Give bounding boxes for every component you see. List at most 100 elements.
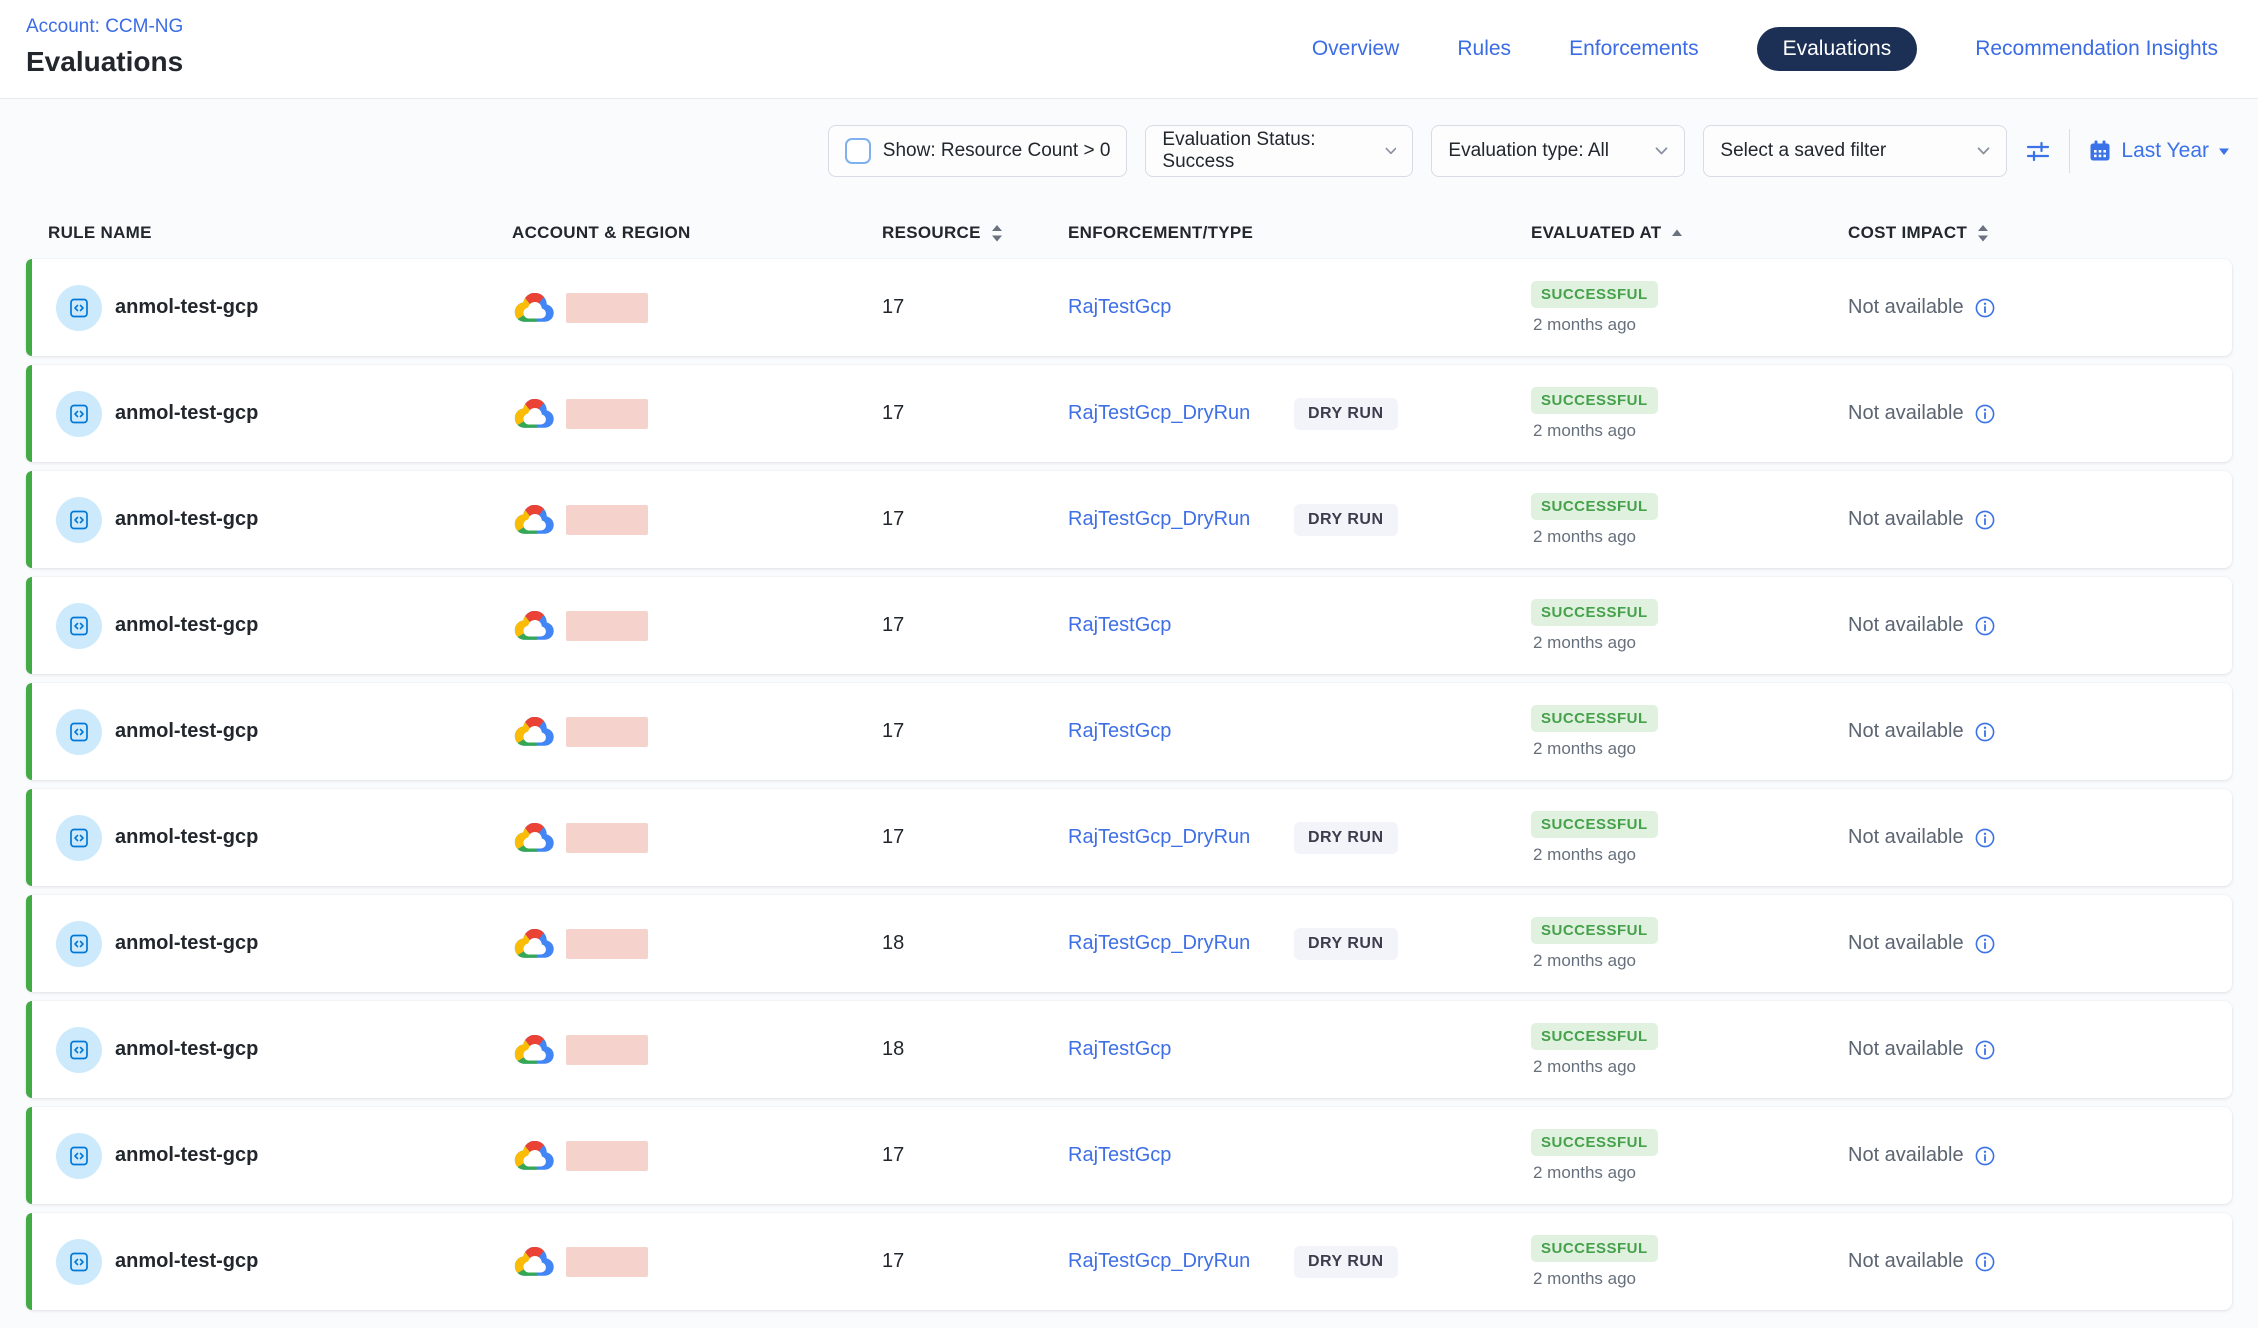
cost-impact-value: Not available: [1848, 508, 1964, 531]
cost-impact-value: Not available: [1848, 1144, 1964, 1167]
table-row[interactable]: anmol-test-gcp 17 RajTestGcp SUCCESSFUL …: [26, 259, 2232, 356]
gcp-cloud-icon: [512, 1243, 556, 1280]
tab-evaluations[interactable]: Evaluations: [1757, 27, 1918, 71]
resource-count-checkbox[interactable]: [845, 138, 871, 164]
enforcement-link[interactable]: RajTestGcp_DryRun: [1068, 826, 1250, 849]
table-row[interactable]: anmol-test-gcp 17 RajTestGcp SUCCESSFUL …: [26, 577, 2232, 674]
enforcement-link[interactable]: RajTestGcp_DryRun: [1068, 1250, 1250, 1273]
table-row[interactable]: anmol-test-gcp 17 RajTestGcp_DryRun DRY …: [26, 789, 2232, 886]
evaluation-type-dropdown[interactable]: Evaluation type: All: [1431, 125, 1685, 177]
rule-code-icon: [67, 508, 91, 532]
row-status-accent: [26, 1213, 32, 1310]
resource-count-label: Show: Resource Count > 0: [883, 140, 1111, 162]
resource-count-filter[interactable]: Show: Resource Count > 0: [828, 125, 1128, 177]
filter-divider: [2069, 129, 2070, 173]
evaluations-table-header: RULE NAME ACCOUNT & REGION RESOURCE ENFO…: [26, 210, 2232, 256]
info-icon[interactable]: [1974, 1145, 1996, 1167]
rule-avatar: [56, 603, 102, 649]
rule-code-icon: [67, 1144, 91, 1168]
info-icon[interactable]: [1974, 297, 1996, 319]
account-breadcrumb[interactable]: Account: CCM-NG: [26, 16, 183, 38]
calendar-icon: [2088, 139, 2112, 163]
resource-count: 17: [880, 789, 1068, 886]
enforcement-link[interactable]: RajTestGcp: [1068, 1144, 1171, 1167]
account-region-redacted: [566, 823, 648, 853]
enforcement-link[interactable]: RajTestGcp: [1068, 296, 1171, 319]
resource-count: 17: [880, 577, 1068, 674]
gcp-cloud-icon: [512, 1137, 556, 1174]
row-status-accent: [26, 683, 32, 780]
evaluated-time: 2 months ago: [1531, 527, 1636, 547]
row-status-accent: [26, 895, 32, 992]
date-range-picker[interactable]: Last Year: [2088, 139, 2230, 163]
dry-run-badge: DRY RUN: [1294, 928, 1398, 960]
table-row[interactable]: anmol-test-gcp 17 RajTestGcp_DryRun DRY …: [26, 1213, 2232, 1310]
sort-both-icon[interactable]: [1977, 224, 1989, 243]
info-icon[interactable]: [1974, 827, 1996, 849]
info-icon[interactable]: [1974, 615, 1996, 637]
status-badge: SUCCESSFUL: [1531, 705, 1658, 732]
rule-name: anmol-test-gcp: [115, 1038, 258, 1061]
evaluated-time: 2 months ago: [1531, 315, 1636, 335]
info-icon[interactable]: [1974, 721, 1996, 743]
tab-enforcements[interactable]: Enforcements: [1569, 37, 1699, 61]
dry-run-badge: DRY RUN: [1294, 1246, 1398, 1278]
row-status-accent: [26, 789, 32, 886]
enforcement-link[interactable]: RajTestGcp: [1068, 614, 1171, 637]
column-resource[interactable]: RESOURCE: [880, 223, 1068, 243]
gcp-cloud-icon: [512, 501, 556, 538]
cost-impact-value: Not available: [1848, 296, 1964, 319]
rule-name: anmol-test-gcp: [115, 1144, 258, 1167]
rule-code-icon: [67, 1038, 91, 1062]
tab-recommendation-insights[interactable]: Recommendation Insights: [1975, 37, 2218, 61]
status-badge: SUCCESSFUL: [1531, 1129, 1658, 1156]
evaluated-time: 2 months ago: [1531, 1269, 1636, 1289]
table-row[interactable]: anmol-test-gcp 17 RajTestGcp SUCCESSFUL …: [26, 683, 2232, 780]
table-row[interactable]: anmol-test-gcp 17 RajTestGcp SUCCESSFUL …: [26, 1107, 2232, 1204]
rule-avatar: [56, 497, 102, 543]
tab-rules[interactable]: Rules: [1457, 37, 1511, 61]
rule-avatar: [56, 709, 102, 755]
status-badge: SUCCESSFUL: [1531, 1235, 1658, 1262]
enforcement-link[interactable]: RajTestGcp_DryRun: [1068, 932, 1250, 955]
cost-impact-value: Not available: [1848, 614, 1964, 637]
table-row[interactable]: anmol-test-gcp 18 RajTestGcp SUCCESSFUL …: [26, 1001, 2232, 1098]
evaluated-time: 2 months ago: [1531, 845, 1636, 865]
account-region-redacted: [566, 399, 648, 429]
info-icon[interactable]: [1974, 509, 1996, 531]
rule-name: anmol-test-gcp: [115, 1250, 258, 1273]
column-evaluated-at[interactable]: EVALUATED AT: [1531, 223, 1848, 243]
table-row[interactable]: anmol-test-gcp 18 RajTestGcp_DryRun DRY …: [26, 895, 2232, 992]
rule-code-icon: [67, 932, 91, 956]
info-icon[interactable]: [1974, 1039, 1996, 1061]
cost-impact-value: Not available: [1848, 826, 1964, 849]
saved-filter-dropdown[interactable]: Select a saved filter: [1703, 125, 2007, 177]
table-row[interactable]: anmol-test-gcp 17 RajTestGcp_DryRun DRY …: [26, 365, 2232, 462]
info-icon[interactable]: [1974, 1251, 1996, 1273]
evaluation-status-dropdown[interactable]: Evaluation Status: Success: [1145, 125, 1413, 177]
resource-count: 17: [880, 683, 1068, 780]
date-range-value: Last Year: [2121, 139, 2209, 163]
sort-both-icon[interactable]: [991, 224, 1003, 243]
enforcement-link[interactable]: RajTestGcp_DryRun: [1068, 508, 1250, 531]
enforcement-link[interactable]: RajTestGcp: [1068, 1038, 1171, 1061]
table-row[interactable]: anmol-test-gcp 17 RajTestGcp_DryRun DRY …: [26, 471, 2232, 568]
status-badge: SUCCESSFUL: [1531, 599, 1658, 626]
column-rule-name: RULE NAME: [26, 223, 512, 243]
rule-name: anmol-test-gcp: [115, 932, 258, 955]
info-icon[interactable]: [1974, 933, 1996, 955]
filter-settings-button[interactable]: [2025, 138, 2051, 164]
rule-code-icon: [67, 402, 91, 426]
evaluated-time: 2 months ago: [1531, 1163, 1636, 1183]
status-badge: SUCCESSFUL: [1531, 387, 1658, 414]
sort-ascending-icon[interactable]: [1671, 229, 1683, 237]
rule-avatar: [56, 1239, 102, 1285]
account-region-redacted: [566, 1141, 648, 1171]
column-cost-impact[interactable]: COST IMPACT: [1848, 223, 2232, 243]
saved-filter-placeholder: Select a saved filter: [1720, 140, 1886, 162]
enforcement-link[interactable]: RajTestGcp_DryRun: [1068, 402, 1250, 425]
evaluated-time: 2 months ago: [1531, 633, 1636, 653]
enforcement-link[interactable]: RajTestGcp: [1068, 720, 1171, 743]
info-icon[interactable]: [1974, 403, 1996, 425]
tab-overview[interactable]: Overview: [1312, 37, 1400, 61]
